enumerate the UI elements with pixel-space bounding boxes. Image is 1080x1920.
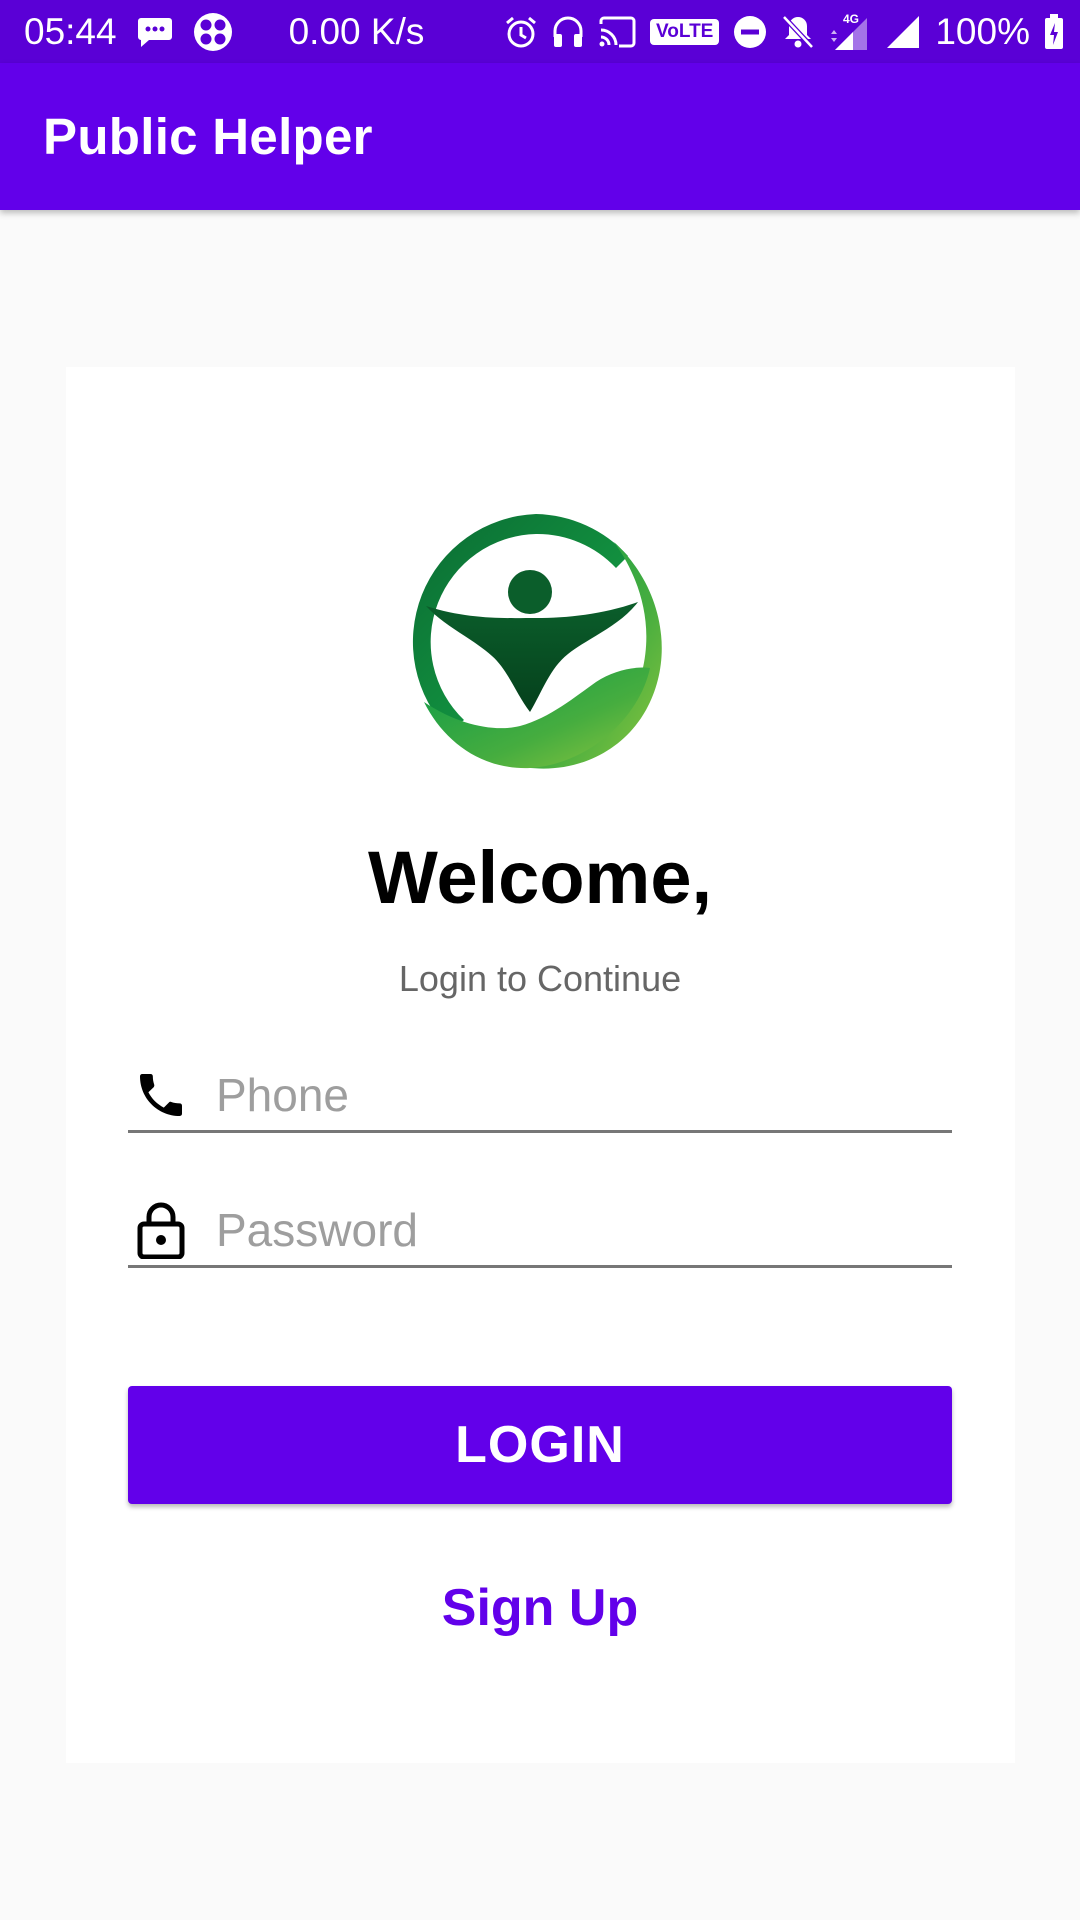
alarm-icon: [504, 15, 538, 49]
network-type-label: 4G: [843, 12, 859, 26]
password-input[interactable]: [216, 1203, 916, 1257]
notifications-off-icon: [781, 14, 815, 50]
volte-icon: VoLTE: [650, 18, 720, 45]
phone-field[interactable]: [128, 1060, 952, 1133]
welcome-heading: Welcome,: [367, 836, 713, 919]
status-bar: 05:44 0.00 K/s VoLTE 4G 100%: [0, 0, 1080, 63]
battery-percent: 100%: [935, 10, 1030, 52]
message-icon: [137, 15, 173, 49]
app-bar: Public Helper: [0, 63, 1080, 210]
sign-up-link[interactable]: Sign Up: [0, 1578, 1080, 1638]
signal-icon: [885, 14, 921, 50]
app-notification-icon: [193, 12, 233, 52]
do-not-disturb-icon: [733, 15, 767, 49]
lock-icon: [130, 1199, 192, 1261]
login-subtitle: Login to Continue: [398, 958, 682, 999]
app-title: Public Helper: [43, 108, 373, 165]
signal-4g-icon: 4G: [829, 12, 871, 52]
battery-icon: [1044, 13, 1064, 50]
public-helper-logo: [400, 506, 672, 774]
phone-icon: [130, 1064, 192, 1126]
login-button[interactable]: LOGIN: [128, 1386, 952, 1504]
cast-icon: [598, 16, 636, 48]
headphones-icon: [552, 15, 584, 49]
status-time: 05:44: [24, 10, 117, 52]
network-speed: 0.00 K/s: [288, 10, 425, 52]
phone-input[interactable]: [216, 1068, 916, 1122]
password-field[interactable]: [128, 1195, 952, 1268]
